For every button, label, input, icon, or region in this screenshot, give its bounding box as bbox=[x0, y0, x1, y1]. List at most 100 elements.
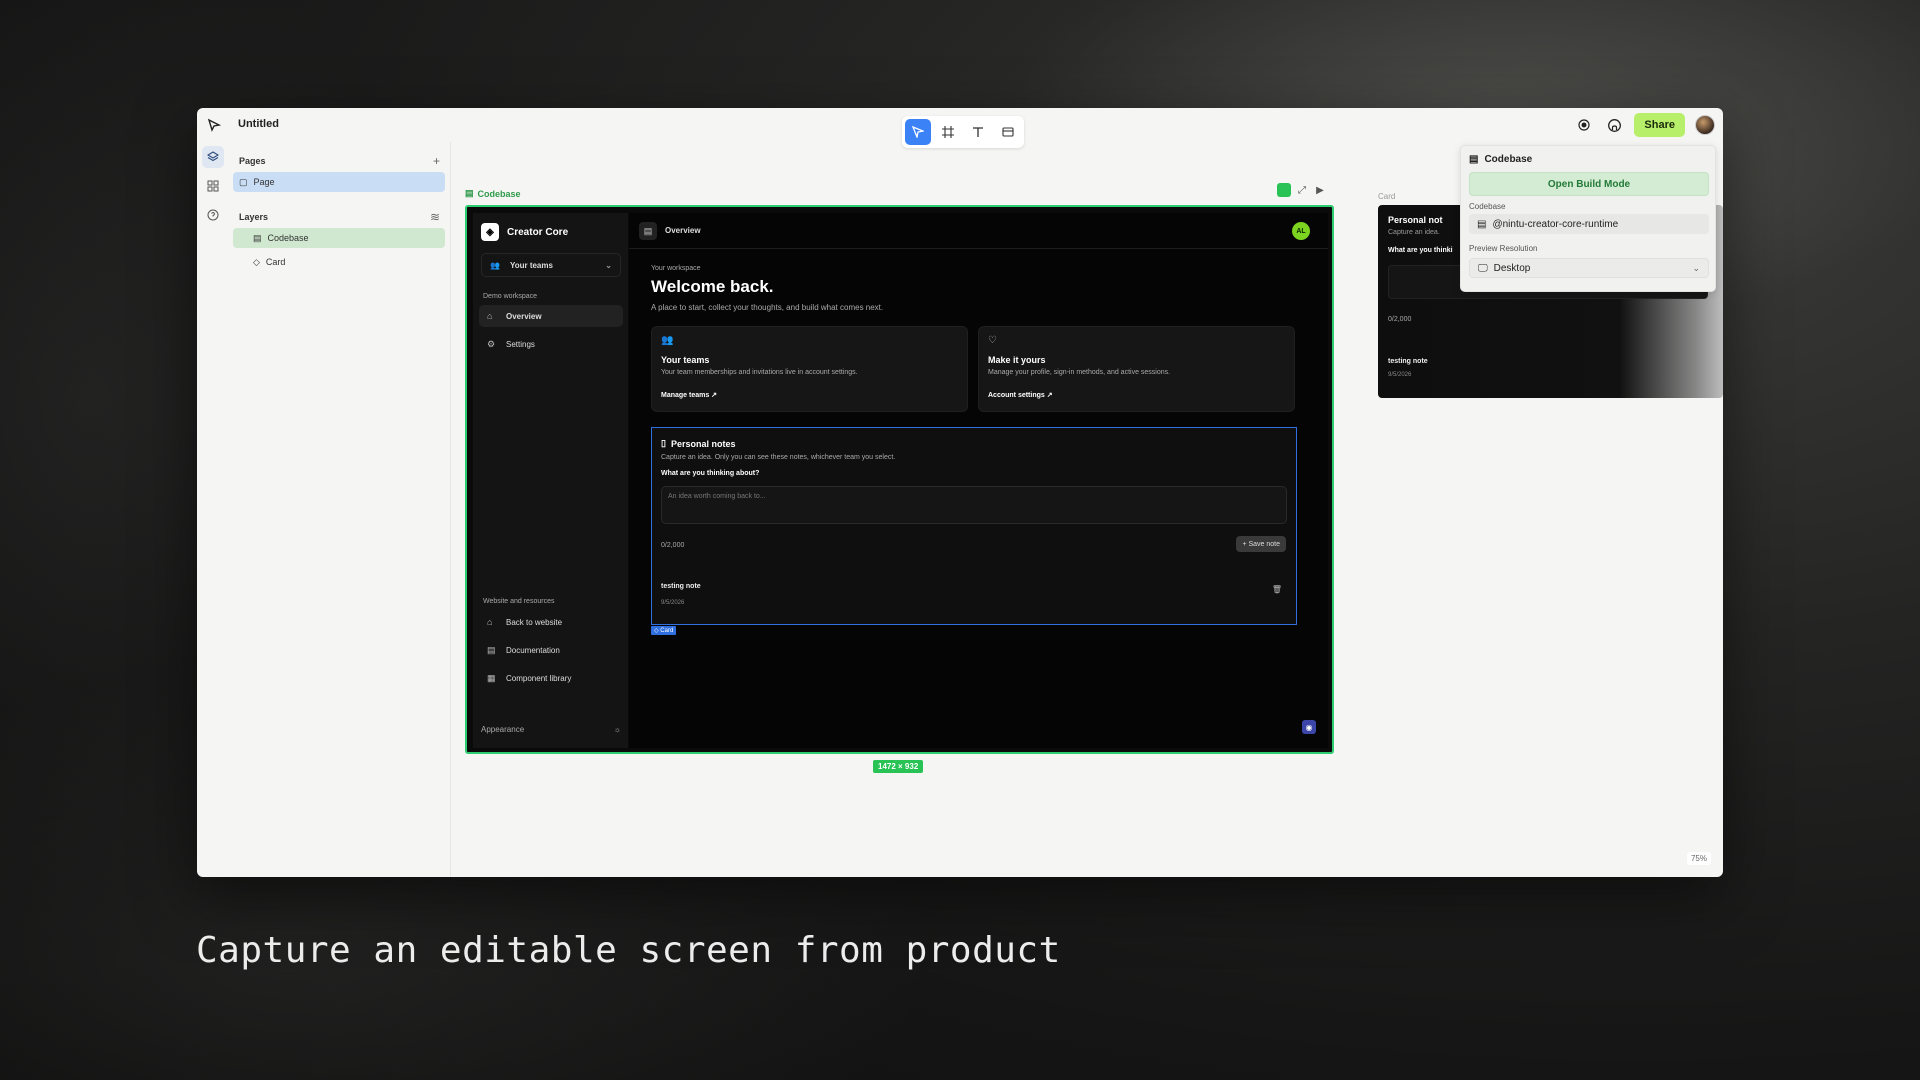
ghost-note-title: testing note bbox=[1388, 358, 1428, 365]
save-note-button[interactable]: + Save note bbox=[1236, 536, 1286, 552]
cursor-icon bbox=[912, 126, 924, 138]
brand-name: Creator Core bbox=[507, 226, 569, 238]
frame-resize-icon[interactable]: ⤢ bbox=[1295, 183, 1309, 197]
github-button[interactable] bbox=[1604, 115, 1624, 135]
frame-icon bbox=[942, 126, 954, 138]
app-logo-icon[interactable] bbox=[207, 118, 223, 134]
home-icon: ⌂ bbox=[487, 617, 493, 627]
ghost-description: Capture an idea. bbox=[1388, 229, 1440, 236]
ghost-title: Personal not bbox=[1388, 215, 1443, 225]
layers-stack-icon[interactable]: ≋ bbox=[430, 210, 440, 224]
nav-group-label: Demo workspace bbox=[483, 293, 538, 300]
component-tool-button[interactable] bbox=[995, 119, 1021, 145]
user-avatar[interactable] bbox=[1695, 115, 1715, 135]
avatar[interactable]: AL bbox=[1292, 222, 1310, 240]
nav-item-label: Overview bbox=[506, 311, 542, 321]
trash-icon[interactable]: 🗑 bbox=[1272, 585, 1282, 594]
document-title[interactable]: Untitled bbox=[238, 118, 279, 130]
frame-label[interactable]: ▤ Codebase bbox=[465, 188, 521, 199]
main-header: ▤ Overview AL bbox=[629, 213, 1328, 249]
layer-item-label: Codebase bbox=[267, 233, 309, 243]
open-build-mode-button[interactable]: Open Build Mode bbox=[1469, 172, 1709, 196]
editor-window: Untitled Share Pages + ▢ Page Layers ≋ ▤… bbox=[197, 108, 1723, 877]
library-icon: ▦ bbox=[487, 672, 496, 683]
notebook-icon: ▯ bbox=[661, 438, 666, 448]
teams-icon: 👥 bbox=[661, 335, 674, 346]
notes-description: Capture an idea. Only you can see these … bbox=[661, 454, 896, 461]
frame-label-text: Codebase bbox=[477, 188, 521, 199]
add-page-button[interactable]: + bbox=[433, 154, 440, 168]
note-date: 9/5/2026 bbox=[661, 600, 685, 606]
chevron-down-icon: ⌄ bbox=[1692, 262, 1700, 273]
top-bar: Untitled Share bbox=[197, 108, 1723, 148]
book-icon: ▤ bbox=[487, 644, 496, 655]
frame-tool-button[interactable] bbox=[935, 119, 961, 145]
selection-tag: ◇ Card bbox=[651, 626, 677, 635]
layer-item-label: Card bbox=[265, 257, 286, 267]
caption-text: Capture an editable screen from product bbox=[196, 930, 1061, 971]
component-icon bbox=[1002, 127, 1014, 137]
personal-notes-card[interactable]: ▯ Personal notes Capture an idea. Only y… bbox=[651, 427, 1297, 625]
appearance-toggle[interactable]: Appearance ☼ bbox=[481, 725, 621, 734]
welcome-heading: Welcome back. bbox=[651, 277, 774, 296]
settings-icon: ⚙ bbox=[487, 338, 496, 349]
page-item-label: Page bbox=[253, 177, 275, 187]
frame-tools: ⤢ ▶ bbox=[1277, 183, 1327, 197]
teams-card: 👥 Your teams Your team memberships and i… bbox=[651, 326, 968, 412]
layers-panel: Pages + ▢ Page Layers ≋ ▤ Codebase ◇ Car… bbox=[229, 142, 451, 877]
ghost-question: What are you thinki bbox=[1388, 247, 1453, 254]
app-sidebar: ◈ Creator Core 👥 Your teams ⌄ Demo works… bbox=[473, 213, 628, 748]
card-frame-label[interactable]: Card bbox=[1378, 192, 1395, 201]
codebase-label: Codebase bbox=[1469, 202, 1506, 211]
frame-status-button[interactable] bbox=[1277, 183, 1291, 197]
character-count: 0/2,000 bbox=[661, 542, 685, 549]
card-description: Your team memberships and invitations li… bbox=[661, 369, 858, 376]
account-settings-link[interactable]: Account settings ↗ bbox=[988, 391, 1053, 399]
properties-title: ▤ Codebase bbox=[1469, 154, 1532, 165]
card-layer-icon: ◇ bbox=[253, 256, 260, 267]
zoom-indicator[interactable]: 75% bbox=[1686, 852, 1711, 865]
note-input[interactable]: An idea worth coming back to... bbox=[661, 486, 1287, 524]
grid-icon bbox=[207, 180, 219, 192]
team-select[interactable]: 👥 Your teams ⌄ bbox=[481, 253, 621, 277]
help-rail-button[interactable] bbox=[202, 204, 224, 226]
layer-item-card[interactable]: ◇ Card bbox=[233, 252, 445, 272]
notes-title: ▯ Personal notes bbox=[661, 438, 735, 449]
package-icon: ▤ bbox=[1477, 218, 1487, 230]
assistant-button[interactable]: ◉ bbox=[1302, 720, 1316, 734]
share-button[interactable]: Share bbox=[1634, 113, 1685, 137]
record-icon bbox=[1578, 119, 1591, 131]
nav-item-settings[interactable]: ⚙ Settings bbox=[479, 333, 623, 355]
nav-item-label: Documentation bbox=[506, 645, 560, 655]
play-icon[interactable]: ▶ bbox=[1313, 183, 1327, 197]
sidebar-toggle-icon[interactable]: ▤ bbox=[639, 222, 657, 240]
home-icon: ⌂ bbox=[487, 311, 493, 321]
layers-rail-button[interactable] bbox=[202, 146, 224, 168]
nav-item-overview[interactable]: ⌂ Overview bbox=[479, 305, 623, 327]
github-icon bbox=[1607, 118, 1621, 132]
codebase-field[interactable]: ▤ @nintu-creator-core-runtime bbox=[1469, 214, 1709, 234]
properties-title-text: Codebase bbox=[1484, 154, 1533, 165]
ghost-count: 0/2,000 bbox=[1388, 316, 1412, 323]
nav-item-back-to-website[interactable]: ⌂ Back to website bbox=[479, 611, 623, 633]
codebase-frame[interactable]: ◈ Creator Core 👥 Your teams ⌄ Demo works… bbox=[465, 205, 1334, 754]
codebase-icon: ▤ bbox=[1469, 154, 1479, 165]
layer-item-codebase[interactable]: ▤ Codebase bbox=[233, 228, 445, 248]
layers-section-title: Layers bbox=[239, 212, 269, 222]
app-brand[interactable]: ◈ Creator Core bbox=[481, 223, 568, 241]
page-item[interactable]: ▢ Page bbox=[233, 172, 445, 192]
record-button[interactable] bbox=[1574, 115, 1594, 135]
nav-item-component-library[interactable]: ▦ Component library bbox=[479, 667, 623, 689]
assets-rail-button[interactable] bbox=[202, 175, 224, 197]
note-title: testing note bbox=[661, 583, 701, 590]
select-tool-button[interactable] bbox=[905, 119, 931, 145]
text-tool-button[interactable] bbox=[965, 119, 991, 145]
manage-teams-link[interactable]: Manage teams ↗ bbox=[661, 391, 717, 399]
team-select-label: Your teams bbox=[509, 260, 553, 270]
text-icon bbox=[973, 127, 983, 137]
nav-item-documentation[interactable]: ▤ Documentation bbox=[479, 639, 623, 661]
resolution-select[interactable]: 🖵 Desktop ⌄ bbox=[1469, 258, 1709, 278]
nav-item-label: Settings bbox=[506, 339, 535, 349]
resources-group-label: Website and resources bbox=[483, 598, 555, 605]
codebase-layer-icon: ▤ bbox=[253, 232, 262, 243]
